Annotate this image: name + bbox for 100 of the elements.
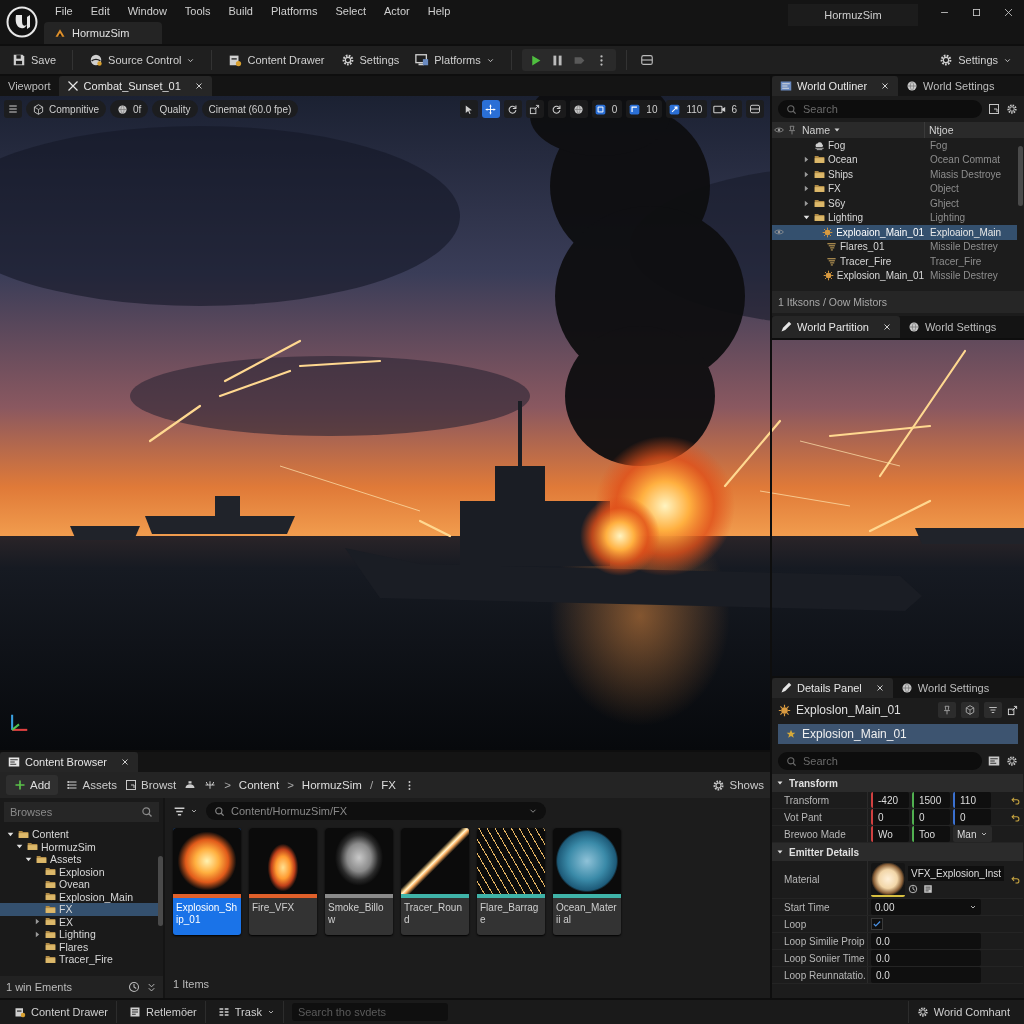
folder-tree-item[interactable]: Explosion [0,865,158,878]
breadcrumb-item[interactable]: HormuzSim [301,779,362,791]
section-header[interactable]: Emitter Details [772,843,1024,861]
close-icon[interactable] [880,81,891,91]
history-button[interactable] [184,779,197,791]
outliner-row[interactable]: Explosion_Main_01 Missile Destrey [772,268,1017,283]
number-field[interactable]: -420 [871,792,909,808]
close-icon[interactable] [119,757,130,767]
number-field[interactable]: 1500 [912,792,950,808]
panel-tab[interactable]: Viewport [0,76,59,96]
viewport-option-button[interactable]: 0f [110,100,149,118]
viewport-option-button[interactable]: Compnitive [26,100,107,118]
number-field[interactable]: 0 [953,809,991,825]
folder-tree-item[interactable]: Lighting [0,928,158,941]
reset-button[interactable] [1009,794,1021,806]
folder-tree-item[interactable]: Tracer_Fire [0,953,158,966]
asset-tile[interactable]: Fire_VFX [249,828,317,935]
column-header[interactable]: Name [798,124,924,136]
expander-arrow-icon[interactable] [33,929,42,939]
menu-item[interactable]: Select [326,5,376,17]
project-tab[interactable]: HormuzSim [44,22,162,44]
lock-button[interactable] [938,702,956,718]
expander-arrow-icon[interactable] [802,155,811,165]
panel-tab[interactable]: Combat_Sunset_01 [58,76,212,96]
number-field[interactable]: 0.0 [871,933,981,949]
number-field[interactable]: 0 [912,809,950,825]
toolbar-button[interactable]: Content Drawer [222,49,331,71]
browse-asset-button[interactable] [923,883,933,894]
menu-item[interactable]: Actor [375,5,419,17]
panel-tab[interactable]: World Partition [772,316,900,338]
outliner-row[interactable]: Exploaion_Main_01 Exploaion_Main [772,225,1017,240]
outliner-row[interactable]: Tracer_Fire Tracer_Fire [772,254,1017,269]
menu-item[interactable]: File [46,5,82,17]
value-dropdown[interactable]: 0.00 [871,899,981,915]
menu-item[interactable]: Window [118,5,176,17]
engine-logo-icon[interactable] [6,6,38,38]
asset-tile[interactable]: Smoke_Billow [325,828,393,935]
expander-arrow-icon[interactable] [802,169,811,179]
toolbar-button[interactable]: Platforms [409,49,501,71]
number-field[interactable]: Wo [871,826,909,842]
outliner-row[interactable]: S6y Ghject [772,196,1017,211]
folder-tree-item[interactable]: Explosion_Main [0,890,158,903]
path-field[interactable]: Content/HormuzSim/FX [206,802,546,820]
expander-arrow-icon[interactable] [33,917,42,927]
add-button[interactable]: Add [6,775,59,795]
viewport-option-button[interactable]: Cinemat (60.0 fpe) [201,100,299,118]
settings-button[interactable] [1006,755,1018,767]
search-field[interactable]: Search [778,752,982,770]
folder-tree-item[interactable]: Ovean [0,878,158,891]
toolbar-button[interactable]: Save [6,49,63,71]
asset-tile[interactable]: Ocean_Materii al [553,828,621,935]
menu-item[interactable]: Tools [175,5,220,17]
outliner-row[interactable]: Flares_01 Missile Destrey [772,239,1017,254]
folder-tree-item[interactable]: Flares [0,940,158,953]
sources-search-field[interactable]: Browses [4,802,159,822]
panel-tab[interactable]: World Outliner [772,76,899,96]
outliner-row[interactable]: Fog Fog [772,138,1017,153]
folder-tree-item[interactable]: FX [0,903,158,916]
number-field[interactable]: 0.0 [871,967,981,983]
layout-button[interactable] [746,100,764,118]
outliner-row[interactable]: Lighting Lighting [772,210,1017,225]
number-field[interactable]: 0 [871,809,909,825]
menu-item[interactable]: Edit [81,5,119,17]
panel-tab[interactable]: World Settings [899,316,1005,338]
close-icon[interactable] [874,683,885,693]
folder-tree-item[interactable]: EX [0,915,158,928]
column-header[interactable]: Ntjoe [924,122,1004,138]
status-bar-button[interactable]: Trask [209,1001,284,1023]
settings-button[interactable]: Settings [933,49,1018,71]
status-bar-button[interactable]: Retlemöer [121,1001,206,1023]
asset-picker[interactable]: VFX_Explosion_Inst [908,865,1005,881]
menu-item[interactable]: Build [219,5,262,17]
viewport-menu-button[interactable] [4,100,22,118]
breadcrumb-item[interactable]: Content [238,779,280,791]
history-button[interactable] [128,981,140,993]
snap-value-button[interactable]: 6 [711,100,742,118]
selected-component[interactable]: Explosion_Main_01 [778,724,1018,744]
checkbox[interactable] [871,918,883,930]
component-button[interactable] [961,702,979,718]
branch-button[interactable] [204,779,217,791]
toolbar-button[interactable]: Source Control [83,49,202,71]
expander-arrow-icon[interactable] [802,184,811,194]
expander-arrow-icon[interactable] [802,198,811,208]
asset-tile[interactable]: Flare_Barrage [477,828,545,935]
panel-tab[interactable]: World Settings [892,678,998,698]
toolbar-button[interactable]: Settings [334,49,406,71]
outliner-row[interactable]: Ships Miasis Destroye [772,167,1017,182]
mode-dropdown[interactable]: Man [953,826,993,842]
collapse-button[interactable] [146,981,157,993]
snap-value-button[interactable]: 0 [591,100,623,118]
folder-tree-item[interactable]: Assets [0,853,158,866]
search-field[interactable]: Search [778,100,982,118]
folder-tree-item[interactable]: Content [0,828,158,841]
settings-button[interactable] [1006,103,1018,115]
outliner-row[interactable]: Ocean Ocean Commat [772,152,1017,167]
folder-tree-item[interactable]: HormuzSim [0,840,158,853]
panel-tab[interactable]: Content Browser [0,752,138,772]
close-icon[interactable] [881,322,892,332]
reset-button[interactable] [1009,811,1021,823]
menu-item[interactable]: Platforms [262,5,327,17]
